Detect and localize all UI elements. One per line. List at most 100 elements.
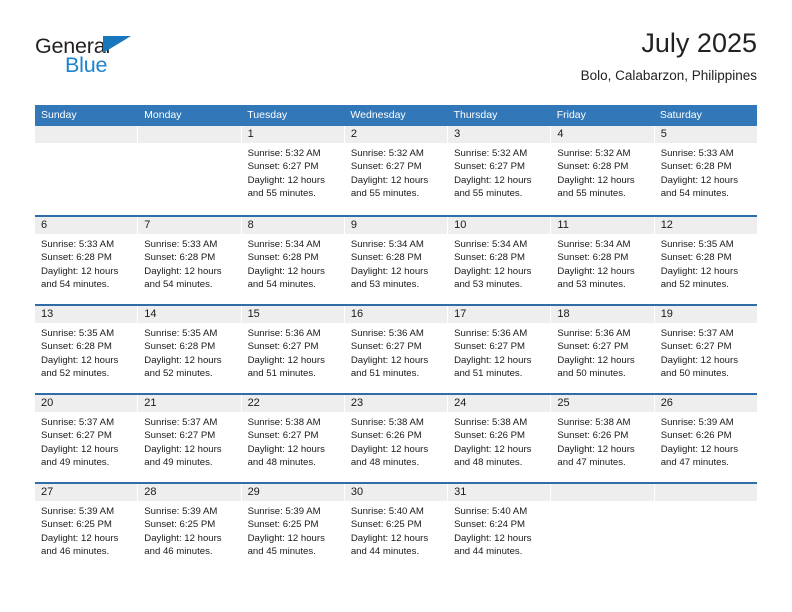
sunset-text: Sunset: 6:28 PM bbox=[350, 252, 422, 264]
sunset-text: Sunset: 6:28 PM bbox=[557, 161, 629, 173]
calendar-grid: Sunday Monday Tuesday Wednesday Thursday… bbox=[35, 105, 758, 571]
day-number: 28 bbox=[138, 484, 242, 501]
day-cell[interactable]: 27 Sunrise: 5:39 AM Sunset: 6:25 PM Dayl… bbox=[35, 484, 139, 571]
day-number: 21 bbox=[138, 395, 242, 412]
day-number: 8 bbox=[241, 217, 345, 234]
day-number: 24 bbox=[448, 395, 552, 412]
day-number bbox=[551, 484, 655, 501]
sunrise-text: Sunrise: 5:37 AM bbox=[660, 328, 734, 339]
daylight-text-line1: Daylight: 12 hours bbox=[144, 443, 222, 455]
sunset-text: Sunset: 6:27 PM bbox=[454, 341, 526, 353]
day-cell[interactable]: 13 Sunrise: 5:35 AM Sunset: 6:28 PM Dayl… bbox=[35, 306, 139, 393]
daylight-text-line1: Daylight: 12 hours bbox=[247, 265, 325, 277]
daylight-text-line1: Daylight: 12 hours bbox=[247, 354, 325, 366]
week-row: 1 Sunrise: 5:32 AM Sunset: 6:27 PM Dayli… bbox=[35, 126, 758, 215]
day-cell[interactable]: 3 Sunrise: 5:32 AM Sunset: 6:27 PM Dayli… bbox=[448, 126, 552, 215]
daylight-text-line2: and 53 minutes. bbox=[557, 279, 626, 291]
day-cell[interactable]: 31 Sunrise: 5:40 AM Sunset: 6:24 PM Dayl… bbox=[448, 484, 552, 571]
day-cell[interactable]: 19 Sunrise: 5:37 AM Sunset: 6:27 PM Dayl… bbox=[654, 306, 758, 393]
day-number: 30 bbox=[344, 484, 449, 501]
day-number: 20 bbox=[35, 395, 139, 412]
day-number: 31 bbox=[448, 484, 552, 501]
day-cell[interactable]: 4 Sunrise: 5:32 AM Sunset: 6:28 PM Dayli… bbox=[551, 126, 655, 215]
day-details: Sunrise: 5:36 AM Sunset: 6:27 PM Dayligh… bbox=[448, 323, 550, 381]
sunset-text: Sunset: 6:28 PM bbox=[660, 161, 732, 173]
day-cell[interactable]: 8 Sunrise: 5:34 AM Sunset: 6:28 PM Dayli… bbox=[241, 217, 345, 304]
day-cell[interactable]: 24 Sunrise: 5:38 AM Sunset: 6:26 PM Dayl… bbox=[448, 395, 552, 482]
sunrise-text: Sunrise: 5:38 AM bbox=[454, 417, 528, 428]
day-number: 26 bbox=[654, 395, 758, 412]
day-cell[interactable]: 30 Sunrise: 5:40 AM Sunset: 6:25 PM Dayl… bbox=[344, 484, 449, 571]
day-cell[interactable]: 29 Sunrise: 5:39 AM Sunset: 6:25 PM Dayl… bbox=[241, 484, 345, 571]
day-cell[interactable] bbox=[654, 484, 758, 571]
day-cell[interactable]: 23 Sunrise: 5:38 AM Sunset: 6:26 PM Dayl… bbox=[344, 395, 449, 482]
week-row: 6 Sunrise: 5:33 AM Sunset: 6:28 PM Dayli… bbox=[35, 215, 758, 304]
day-cell[interactable]: 9 Sunrise: 5:34 AM Sunset: 6:28 PM Dayli… bbox=[344, 217, 449, 304]
triangle-icon bbox=[103, 36, 131, 53]
day-cell[interactable]: 16 Sunrise: 5:36 AM Sunset: 6:27 PM Dayl… bbox=[344, 306, 449, 393]
day-cell[interactable]: 12 Sunrise: 5:35 AM Sunset: 6:28 PM Dayl… bbox=[654, 217, 758, 304]
day-number: 4 bbox=[551, 126, 655, 143]
sunset-text: Sunset: 6:25 PM bbox=[144, 519, 216, 531]
day-cell[interactable]: 14 Sunrise: 5:35 AM Sunset: 6:28 PM Dayl… bbox=[138, 306, 242, 393]
day-details: Sunrise: 5:39 AM Sunset: 6:26 PM Dayligh… bbox=[655, 412, 757, 470]
day-cell[interactable]: 1 Sunrise: 5:32 AM Sunset: 6:27 PM Dayli… bbox=[241, 126, 345, 215]
sunset-text: Sunset: 6:25 PM bbox=[41, 519, 112, 531]
sunrise-text: Sunrise: 5:37 AM bbox=[41, 417, 115, 428]
day-cell[interactable]: 18 Sunrise: 5:36 AM Sunset: 6:27 PM Dayl… bbox=[551, 306, 655, 393]
day-number: 18 bbox=[551, 306, 655, 323]
day-cell[interactable]: 28 Sunrise: 5:39 AM Sunset: 6:25 PM Dayl… bbox=[138, 484, 242, 571]
week-row: 27 Sunrise: 5:39 AM Sunset: 6:25 PM Dayl… bbox=[35, 482, 758, 571]
day-number bbox=[35, 126, 139, 143]
day-cell[interactable]: 11 Sunrise: 5:34 AM Sunset: 6:28 PM Dayl… bbox=[551, 217, 655, 304]
title-block: July 2025 Bolo, Calabarzon, Philippines bbox=[581, 28, 757, 83]
day-details: Sunrise: 5:34 AM Sunset: 6:28 PM Dayligh… bbox=[551, 234, 653, 292]
sunset-text: Sunset: 6:27 PM bbox=[350, 341, 422, 353]
day-cell[interactable]: 10 Sunrise: 5:34 AM Sunset: 6:28 PM Dayl… bbox=[448, 217, 552, 304]
general-blue-logo: General Blue bbox=[35, 35, 235, 88]
day-cell[interactable]: 2 Sunrise: 5:32 AM Sunset: 6:27 PM Dayli… bbox=[344, 126, 449, 215]
calendar-page: General Blue July 2025 Bolo, Calabarzon,… bbox=[0, 0, 792, 612]
day-number: 13 bbox=[35, 306, 139, 323]
day-cell[interactable]: 17 Sunrise: 5:36 AM Sunset: 6:27 PM Dayl… bbox=[448, 306, 552, 393]
daylight-text-line2: and 54 minutes. bbox=[144, 279, 213, 291]
sunset-text: Sunset: 6:27 PM bbox=[144, 430, 216, 442]
daylight-text-line2: and 48 minutes. bbox=[350, 457, 420, 469]
day-cell[interactable]: 5 Sunrise: 5:33 AM Sunset: 6:28 PM Dayli… bbox=[654, 126, 758, 215]
day-cell[interactable]: 26 Sunrise: 5:39 AM Sunset: 6:26 PM Dayl… bbox=[654, 395, 758, 482]
day-cell[interactable] bbox=[138, 126, 242, 215]
sunrise-text: Sunrise: 5:39 AM bbox=[41, 506, 115, 517]
daylight-text-line2: and 44 minutes. bbox=[350, 546, 420, 558]
day-cell[interactable]: 21 Sunrise: 5:37 AM Sunset: 6:27 PM Dayl… bbox=[138, 395, 242, 482]
daylight-text-line2: and 44 minutes. bbox=[454, 546, 523, 558]
location-subtitle: Bolo, Calabarzon, Philippines bbox=[580, 68, 757, 84]
daylight-text-line2: and 55 minutes. bbox=[350, 188, 420, 200]
day-cell[interactable]: 7 Sunrise: 5:33 AM Sunset: 6:28 PM Dayli… bbox=[138, 217, 242, 304]
day-cell[interactable]: 6 Sunrise: 5:33 AM Sunset: 6:28 PM Dayli… bbox=[35, 217, 139, 304]
day-number: 23 bbox=[344, 395, 449, 412]
daylight-text-line2: and 52 minutes. bbox=[41, 368, 110, 380]
weekday-header-friday: Friday bbox=[556, 109, 586, 121]
daylight-text-line1: Daylight: 12 hours bbox=[41, 532, 119, 544]
day-cell[interactable]: 20 Sunrise: 5:37 AM Sunset: 6:27 PM Dayl… bbox=[35, 395, 139, 482]
daylight-text-line1: Daylight: 12 hours bbox=[557, 354, 635, 366]
daylight-text-line1: Daylight: 12 hours bbox=[454, 443, 532, 455]
day-cell[interactable]: 15 Sunrise: 5:36 AM Sunset: 6:27 PM Dayl… bbox=[241, 306, 345, 393]
day-details: Sunrise: 5:40 AM Sunset: 6:24 PM Dayligh… bbox=[448, 501, 550, 559]
day-number: 2 bbox=[344, 126, 449, 143]
day-details: Sunrise: 5:38 AM Sunset: 6:26 PM Dayligh… bbox=[345, 412, 447, 470]
daylight-text-line1: Daylight: 12 hours bbox=[454, 265, 532, 277]
day-details: Sunrise: 5:38 AM Sunset: 6:26 PM Dayligh… bbox=[448, 412, 550, 470]
day-details: Sunrise: 5:36 AM Sunset: 6:27 PM Dayligh… bbox=[551, 323, 653, 381]
sunset-text: Sunset: 6:24 PM bbox=[454, 519, 526, 531]
day-cell[interactable] bbox=[35, 126, 139, 215]
week-row: 20 Sunrise: 5:37 AM Sunset: 6:27 PM Dayl… bbox=[35, 393, 758, 482]
day-details: Sunrise: 5:39 AM Sunset: 6:25 PM Dayligh… bbox=[242, 501, 344, 559]
daylight-text-line1: Daylight: 12 hours bbox=[350, 265, 429, 277]
day-number: 11 bbox=[551, 217, 655, 234]
day-cell[interactable]: 22 Sunrise: 5:38 AM Sunset: 6:27 PM Dayl… bbox=[241, 395, 345, 482]
day-cell[interactable] bbox=[551, 484, 655, 571]
day-cell[interactable]: 25 Sunrise: 5:38 AM Sunset: 6:26 PM Dayl… bbox=[551, 395, 655, 482]
daylight-text-line2: and 53 minutes. bbox=[350, 279, 420, 291]
day-details: Sunrise: 5:36 AM Sunset: 6:27 PM Dayligh… bbox=[242, 323, 344, 381]
